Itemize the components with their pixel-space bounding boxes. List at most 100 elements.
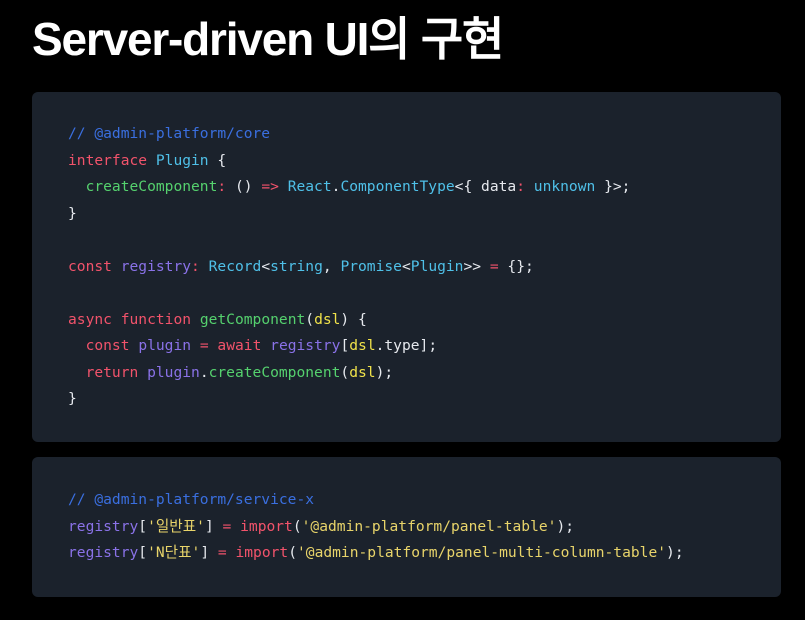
code-token-keyword: => — [261, 178, 279, 195]
code-token-plain: {}; — [498, 257, 534, 275]
code-token-type: ComponentType — [340, 178, 455, 195]
code-token-keyword: : — [191, 257, 200, 275]
code-line: createComponent: () => React.ComponentTy… — [68, 174, 781, 201]
code-token-variable: registry — [270, 337, 341, 354]
code-line: const registry: Record<string, Promise<P… — [68, 254, 781, 281]
code-token-type: React — [287, 178, 332, 195]
code-line: const plugin = await registry[dsl.type]; — [68, 333, 781, 360]
code-token-string: '@admin-platform/panel-multi-column-tabl… — [297, 544, 667, 561]
code-line: interface Plugin { — [68, 148, 781, 175]
code-token-comment: // @admin-platform/core — [68, 125, 271, 142]
service-x-code-block: // @admin-platform/service-x registry['일반… — [32, 457, 781, 597]
code-token-plain: ) { — [340, 310, 367, 328]
code-token-plain: ( — [288, 544, 297, 561]
code-token-plain: ); — [666, 544, 684, 561]
code-token-variable: registry — [120, 257, 192, 275]
code-token-variable: registry — [68, 517, 139, 535]
code-token-keyword: const — [85, 337, 130, 354]
code-token-keyword: return — [85, 363, 139, 381]
code-line: } — [68, 386, 781, 413]
code-token-plain: ( — [305, 310, 315, 328]
code-token-plain: { — [208, 151, 227, 169]
code-token-plain: >> — [463, 257, 490, 275]
code-token-plain: < — [401, 257, 411, 275]
code-token-type: Record — [208, 257, 262, 275]
code-line: async function getComponent(dsl) { — [68, 307, 781, 334]
code-token-keyword: = — [217, 544, 227, 561]
code-token-plain: , — [322, 257, 341, 275]
code-token-plain: } — [68, 204, 77, 222]
code-token-param: dsl — [314, 310, 341, 328]
code-token-plain: <{ data — [454, 178, 517, 195]
code-token-type: Plugin — [155, 151, 209, 169]
code-line: registry['N단표'] = import('@admin-platfor… — [68, 540, 781, 567]
code-token-string: '일반표' — [147, 517, 205, 535]
code-token-keyword: await — [217, 337, 262, 354]
code-token-type: Promise — [340, 257, 402, 275]
code-token-param: dsl — [349, 337, 376, 354]
code-token-keyword: = — [489, 257, 499, 275]
code-token-string: '@admin-platform/panel-table' — [301, 517, 557, 535]
code-line: registry['일반표'] = import('@admin-platfor… — [68, 514, 781, 541]
code-token-keyword: = — [199, 337, 209, 354]
code-token-keyword: const — [68, 257, 112, 275]
code-token-plain: ] — [204, 517, 223, 535]
code-token-plain: . — [199, 363, 209, 381]
code-token-type: unknown — [533, 178, 596, 195]
code-token-plain: < — [261, 257, 271, 275]
code-token-string: 'N단표' — [147, 544, 201, 561]
code-token-plain: () — [226, 178, 262, 195]
code-token-function: createComponent — [208, 363, 341, 381]
code-line: // @admin-platform/service-x — [68, 487, 781, 514]
core-code-block: // @admin-platform/core interface Plugin … — [32, 92, 781, 442]
code-token-variable: registry — [68, 544, 139, 561]
code-token-plain: [ — [340, 337, 350, 354]
code-token-keyword: import — [235, 544, 289, 561]
code-token-plain: ); — [556, 517, 575, 535]
code-token-plain: [ — [138, 544, 148, 561]
code-token-plain: } — [68, 390, 77, 407]
code-token-function: createComponent — [85, 178, 218, 195]
slide-title: Server-driven UI의 구현 — [32, 13, 504, 65]
code-token-plain: ); — [375, 363, 394, 381]
code-token-plain: .type]; — [375, 337, 438, 354]
code-token-function: getComponent — [199, 310, 306, 328]
code-token-keyword: import — [240, 517, 293, 535]
code-token-keyword: : — [217, 178, 227, 195]
code-token-variable: plugin — [138, 337, 192, 354]
code-token-type: string — [270, 257, 323, 275]
code-line: return plugin.createComponent(dsl); — [68, 360, 781, 387]
code-token-plain: ( — [340, 363, 350, 381]
code-line: // @admin-platform/core — [68, 121, 781, 148]
code-token-plain: }>; — [595, 178, 631, 195]
code-token-param: dsl — [349, 363, 376, 381]
code-token-plain: ( — [292, 517, 302, 535]
code-token-keyword: = — [222, 517, 232, 535]
code-token-keyword: interface — [68, 151, 148, 169]
code-line: } — [68, 201, 781, 228]
code-token-keyword: async — [68, 310, 112, 328]
code-token-keyword: : — [516, 178, 525, 195]
code-token-type: Plugin — [410, 257, 464, 275]
code-token-plain: ] — [200, 544, 218, 561]
code-token-variable: plugin — [147, 363, 200, 381]
code-token-plain: [ — [138, 517, 148, 535]
code-token-comment: // @admin-platform/service-x — [68, 491, 315, 508]
